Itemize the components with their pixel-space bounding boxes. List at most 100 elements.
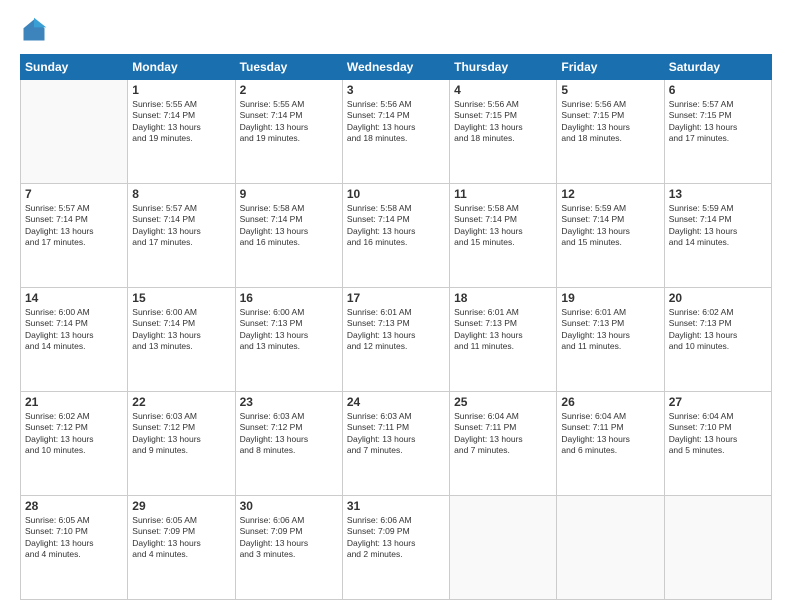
day-info: Sunrise: 5:56 AM Sunset: 7:15 PM Dayligh… [454, 99, 552, 145]
day-number: 9 [240, 187, 338, 201]
day-info: Sunrise: 6:05 AM Sunset: 7:09 PM Dayligh… [132, 515, 230, 561]
day-info: Sunrise: 6:03 AM Sunset: 7:12 PM Dayligh… [240, 411, 338, 457]
calendar-cell: 13 Sunrise: 5:59 AM Sunset: 7:14 PM Dayli… [664, 184, 771, 288]
calendar-week-4: 21 Sunrise: 6:02 AM Sunset: 7:12 PM Dayli… [21, 392, 772, 496]
day-info: Sunrise: 6:01 AM Sunset: 7:13 PM Dayligh… [347, 307, 445, 353]
day-info: Sunrise: 6:04 AM Sunset: 7:11 PM Dayligh… [454, 411, 552, 457]
calendar-cell: 30 Sunrise: 6:06 AM Sunset: 7:09 PM Dayli… [235, 496, 342, 600]
day-info: Sunrise: 6:02 AM Sunset: 7:13 PM Dayligh… [669, 307, 767, 353]
day-info: Sunrise: 6:02 AM Sunset: 7:12 PM Dayligh… [25, 411, 123, 457]
day-number: 30 [240, 499, 338, 513]
day-info: Sunrise: 6:01 AM Sunset: 7:13 PM Dayligh… [454, 307, 552, 353]
day-info: Sunrise: 5:55 AM Sunset: 7:14 PM Dayligh… [132, 99, 230, 145]
day-number: 3 [347, 83, 445, 97]
day-number: 15 [132, 291, 230, 305]
day-info: Sunrise: 6:04 AM Sunset: 7:11 PM Dayligh… [561, 411, 659, 457]
calendar-cell: 22 Sunrise: 6:03 AM Sunset: 7:12 PM Dayli… [128, 392, 235, 496]
day-info: Sunrise: 5:59 AM Sunset: 7:14 PM Dayligh… [561, 203, 659, 249]
weekday-header-tuesday: Tuesday [235, 55, 342, 80]
day-number: 21 [25, 395, 123, 409]
calendar-body: 1 Sunrise: 5:55 AM Sunset: 7:14 PM Daylig… [21, 80, 772, 600]
calendar-cell: 23 Sunrise: 6:03 AM Sunset: 7:12 PM Dayli… [235, 392, 342, 496]
day-number: 1 [132, 83, 230, 97]
day-number: 19 [561, 291, 659, 305]
weekday-header-monday: Monday [128, 55, 235, 80]
day-number: 14 [25, 291, 123, 305]
weekday-header-sunday: Sunday [21, 55, 128, 80]
calendar-cell: 15 Sunrise: 6:00 AM Sunset: 7:14 PM Dayli… [128, 288, 235, 392]
calendar-cell [450, 496, 557, 600]
weekday-header-wednesday: Wednesday [342, 55, 449, 80]
calendar-cell: 9 Sunrise: 5:58 AM Sunset: 7:14 PM Daylig… [235, 184, 342, 288]
day-number: 7 [25, 187, 123, 201]
day-number: 29 [132, 499, 230, 513]
calendar-cell: 6 Sunrise: 5:57 AM Sunset: 7:15 PM Daylig… [664, 80, 771, 184]
calendar-cell: 8Sunrise: 5:57 AM Sunset: 7:14 PM Daylig… [128, 184, 235, 288]
weekday-header-friday: Friday [557, 55, 664, 80]
day-info: Sunrise: 5:56 AM Sunset: 7:14 PM Dayligh… [347, 99, 445, 145]
calendar-cell: 25 Sunrise: 6:04 AM Sunset: 7:11 PM Dayli… [450, 392, 557, 496]
calendar-cell: 19Sunrise: 6:01 AM Sunset: 7:13 PM Dayli… [557, 288, 664, 392]
calendar-cell: 16Sunrise: 6:00 AM Sunset: 7:13 PM Dayli… [235, 288, 342, 392]
day-info: Sunrise: 6:05 AM Sunset: 7:10 PM Dayligh… [25, 515, 123, 561]
day-info: Sunrise: 5:58 AM Sunset: 7:14 PM Dayligh… [454, 203, 552, 249]
calendar-cell: 18Sunrise: 6:01 AM Sunset: 7:13 PM Dayli… [450, 288, 557, 392]
calendar-cell: 31 Sunrise: 6:06 AM Sunset: 7:09 PM Dayli… [342, 496, 449, 600]
day-number: 23 [240, 395, 338, 409]
day-number: 31 [347, 499, 445, 513]
day-info: Sunrise: 6:06 AM Sunset: 7:09 PM Dayligh… [347, 515, 445, 561]
day-info: Sunrise: 5:59 AM Sunset: 7:14 PM Dayligh… [669, 203, 767, 249]
day-info: Sunrise: 5:57 AM Sunset: 7:14 PM Dayligh… [25, 203, 123, 249]
weekday-header-saturday: Saturday [664, 55, 771, 80]
header [20, 16, 772, 44]
day-number: 24 [347, 395, 445, 409]
day-info: Sunrise: 5:56 AM Sunset: 7:15 PM Dayligh… [561, 99, 659, 145]
calendar-cell: 2Sunrise: 5:55 AM Sunset: 7:14 PM Daylig… [235, 80, 342, 184]
calendar-cell: 5Sunrise: 5:56 AM Sunset: 7:15 PM Daylig… [557, 80, 664, 184]
calendar-cell: 28 Sunrise: 6:05 AM Sunset: 7:10 PM Dayli… [21, 496, 128, 600]
weekday-row: SundayMondayTuesdayWednesdayThursdayFrid… [21, 55, 772, 80]
weekday-header-thursday: Thursday [450, 55, 557, 80]
day-number: 13 [669, 187, 767, 201]
calendar-cell: 1 Sunrise: 5:55 AM Sunset: 7:14 PM Daylig… [128, 80, 235, 184]
calendar-cell: 24 Sunrise: 6:03 AM Sunset: 7:11 PM Dayli… [342, 392, 449, 496]
day-number: 4 [454, 83, 552, 97]
day-info: Sunrise: 5:57 AM Sunset: 7:14 PM Dayligh… [132, 203, 230, 249]
calendar-cell: 29 Sunrise: 6:05 AM Sunset: 7:09 PM Dayli… [128, 496, 235, 600]
calendar-cell: 27 Sunrise: 6:04 AM Sunset: 7:10 PM Dayli… [664, 392, 771, 496]
day-info: Sunrise: 6:04 AM Sunset: 7:10 PM Dayligh… [669, 411, 767, 457]
day-number: 22 [132, 395, 230, 409]
calendar-cell: 20Sunrise: 6:02 AM Sunset: 7:13 PM Dayli… [664, 288, 771, 392]
day-info: Sunrise: 6:00 AM Sunset: 7:13 PM Dayligh… [240, 307, 338, 353]
day-number: 11 [454, 187, 552, 201]
day-number: 25 [454, 395, 552, 409]
calendar-cell: 12 Sunrise: 5:59 AM Sunset: 7:14 PM Dayli… [557, 184, 664, 288]
day-number: 28 [25, 499, 123, 513]
day-info: Sunrise: 6:06 AM Sunset: 7:09 PM Dayligh… [240, 515, 338, 561]
calendar-week-2: 7 Sunrise: 5:57 AM Sunset: 7:14 PM Daylig… [21, 184, 772, 288]
calendar-cell [21, 80, 128, 184]
calendar-table: SundayMondayTuesdayWednesdayThursdayFrid… [20, 54, 772, 600]
day-info: Sunrise: 6:00 AM Sunset: 7:14 PM Dayligh… [132, 307, 230, 353]
day-number: 2 [240, 83, 338, 97]
day-number: 6 [669, 83, 767, 97]
day-info: Sunrise: 5:57 AM Sunset: 7:15 PM Dayligh… [669, 99, 767, 145]
page: SundayMondayTuesdayWednesdayThursdayFrid… [0, 0, 792, 612]
calendar-cell: 10Sunrise: 5:58 AM Sunset: 7:14 PM Dayli… [342, 184, 449, 288]
day-info: Sunrise: 6:03 AM Sunset: 7:12 PM Dayligh… [132, 411, 230, 457]
day-info: Sunrise: 6:03 AM Sunset: 7:11 PM Dayligh… [347, 411, 445, 457]
day-number: 27 [669, 395, 767, 409]
calendar-cell: 21 Sunrise: 6:02 AM Sunset: 7:12 PM Dayli… [21, 392, 128, 496]
day-number: 12 [561, 187, 659, 201]
calendar-week-5: 28 Sunrise: 6:05 AM Sunset: 7:10 PM Dayli… [21, 496, 772, 600]
day-number: 17 [347, 291, 445, 305]
calendar-cell: 3 Sunrise: 5:56 AM Sunset: 7:14 PM Daylig… [342, 80, 449, 184]
calendar-week-3: 14 Sunrise: 6:00 AM Sunset: 7:14 PM Dayli… [21, 288, 772, 392]
calendar-cell: 17 Sunrise: 6:01 AM Sunset: 7:13 PM Dayli… [342, 288, 449, 392]
logo [20, 16, 52, 44]
day-info: Sunrise: 6:00 AM Sunset: 7:14 PM Dayligh… [25, 307, 123, 353]
calendar-cell [664, 496, 771, 600]
calendar-cell: 11 Sunrise: 5:58 AM Sunset: 7:14 PM Dayli… [450, 184, 557, 288]
logo-icon [20, 16, 48, 44]
day-info: Sunrise: 5:58 AM Sunset: 7:14 PM Dayligh… [240, 203, 338, 249]
